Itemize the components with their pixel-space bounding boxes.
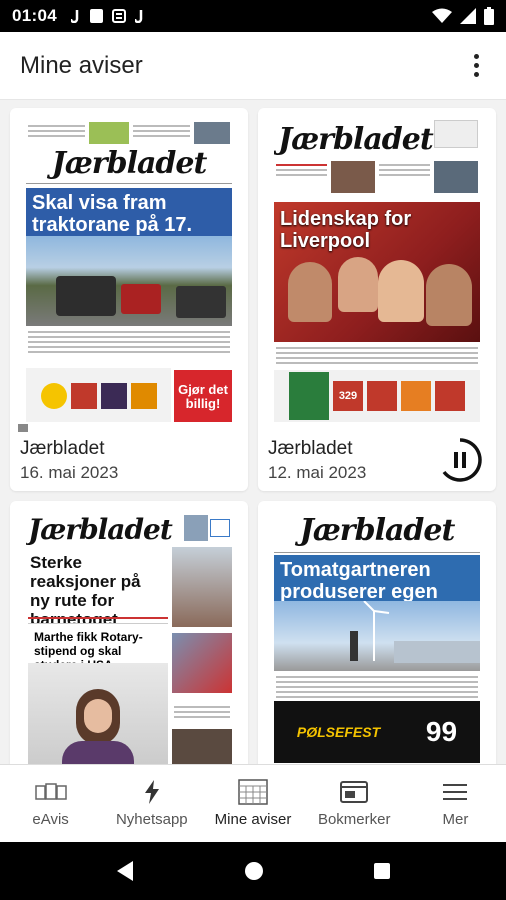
newspaper-masthead: Jærbladet: [299, 513, 456, 548]
edition-date: 12. mai 2023: [268, 463, 367, 482]
newspaper-masthead: Jærbladet: [51, 146, 208, 181]
system-icons: [432, 7, 494, 25]
home-icon[interactable]: [244, 861, 264, 881]
notification-j-icon: [70, 10, 79, 23]
s-notification-icon: [111, 9, 126, 23]
battery-icon: [484, 7, 494, 25]
more-options-button[interactable]: [466, 51, 486, 81]
document-notification-icon: [89, 9, 103, 23]
cover-body-text: [28, 328, 230, 356]
cover-headline: Lidenskap for Liverpool: [280, 208, 412, 252]
teaser-image: [184, 515, 208, 541]
nav-label: Bokmerker: [317, 811, 391, 828]
more-options-dot-icon: [473, 63, 479, 68]
ad-price: 99: [425, 716, 458, 747]
status-bar: 01:04: [0, 0, 506, 32]
ad-label: PØLSEFEST: [296, 724, 381, 740]
more-options-dot-icon: [473, 54, 479, 59]
coop-mega-ad: 329: [274, 370, 480, 422]
cover-body-text: [276, 673, 478, 701]
notification-j2-icon: [134, 10, 143, 23]
nav-bokmerker[interactable]: Bokmerker: [304, 765, 405, 842]
nav-label: Mine aviser: [214, 811, 292, 828]
more-options-dot-icon: [473, 72, 479, 77]
bookmark-card-icon: [338, 779, 370, 805]
cover-teasers: [274, 157, 480, 197]
notification-icons: [70, 9, 145, 23]
extra-ad: Gjør det billig!: [174, 370, 232, 422]
system-navigation-bar: [0, 842, 506, 900]
side-photo: [172, 633, 232, 693]
newspaper-cover[interactable]: Jærbladet Lidenskap for Liverpool 329: [274, 120, 480, 422]
lightning-icon: [136, 779, 168, 805]
edition-card[interactable]: Jærbladet Skal visa fram traktorane på 1…: [10, 108, 248, 491]
back-icon[interactable]: [115, 860, 135, 882]
teaser-image: [434, 120, 478, 148]
download-pause-button[interactable]: [436, 436, 484, 484]
editions-grid: Jærbladet Skal visa fram traktorane på 1…: [10, 108, 496, 842]
wind-turbine-icon: [350, 601, 480, 663]
cover-body-text: [276, 344, 478, 367]
calendar-grid-icon: [237, 779, 269, 805]
status-time: 01:04: [12, 6, 57, 25]
newspaper-cover[interactable]: Jærbladet Skal visa fram traktorane på 1…: [26, 120, 232, 422]
wifi-icon: [432, 8, 452, 23]
cover-headline: Skal visa fram traktorane på 17. mai: [26, 188, 232, 258]
signal-icon: [460, 8, 476, 24]
teaser-image: [89, 122, 129, 144]
edition-name: Jærbladet: [20, 438, 105, 459]
nav-mer[interactable]: Mer: [405, 765, 506, 842]
teaser-image: [194, 122, 230, 144]
app-bar: Mine aviser: [0, 32, 506, 100]
app-screen: Mine aviser Jærbladet Skal visa fram tra…: [0, 32, 506, 842]
menu-icon: [439, 779, 471, 805]
eavis-icon: [34, 779, 67, 805]
cover-teasers: [26, 120, 232, 146]
nav-eavis[interactable]: eAvis: [0, 765, 101, 842]
pause-icon: [454, 452, 458, 468]
nav-label: Nyhetsapp: [115, 811, 188, 828]
tractor-parade-photo: [26, 236, 232, 326]
edition-card[interactable]: Jærbladet Lidenskap for Liverpool 329 Jæ…: [258, 108, 496, 491]
polsefest-ad: PØLSEFEST 99: [274, 701, 480, 763]
cover-headline: Sterke reaksjoner på ny rute for barneto…: [30, 553, 141, 629]
student-portrait-photo: [28, 663, 168, 775]
page-title: Mine aviser: [20, 51, 143, 79]
greenhouse-photo: [274, 601, 480, 671]
recents-icon[interactable]: [373, 862, 391, 880]
edition-name: Jærbladet: [268, 438, 353, 459]
nav-label: Mer: [442, 811, 469, 828]
nav-mine-aviser[interactable]: Mine aviser: [202, 765, 303, 842]
cover-headline: Tomatgartneren produserer egen strøm: [274, 555, 480, 625]
issue-icon: [18, 424, 28, 432]
bottom-navigation: eAvis Nyhetsapp Mine aviser Bokmerker Me…: [0, 764, 506, 842]
children-parade-photo: [172, 547, 232, 627]
edition-date: 16. mai 2023: [20, 463, 119, 482]
nav-label: eAvis: [32, 811, 69, 828]
grocery-ad: [26, 368, 171, 422]
nav-nyhetsapp[interactable]: Nyhetsapp: [101, 765, 202, 842]
